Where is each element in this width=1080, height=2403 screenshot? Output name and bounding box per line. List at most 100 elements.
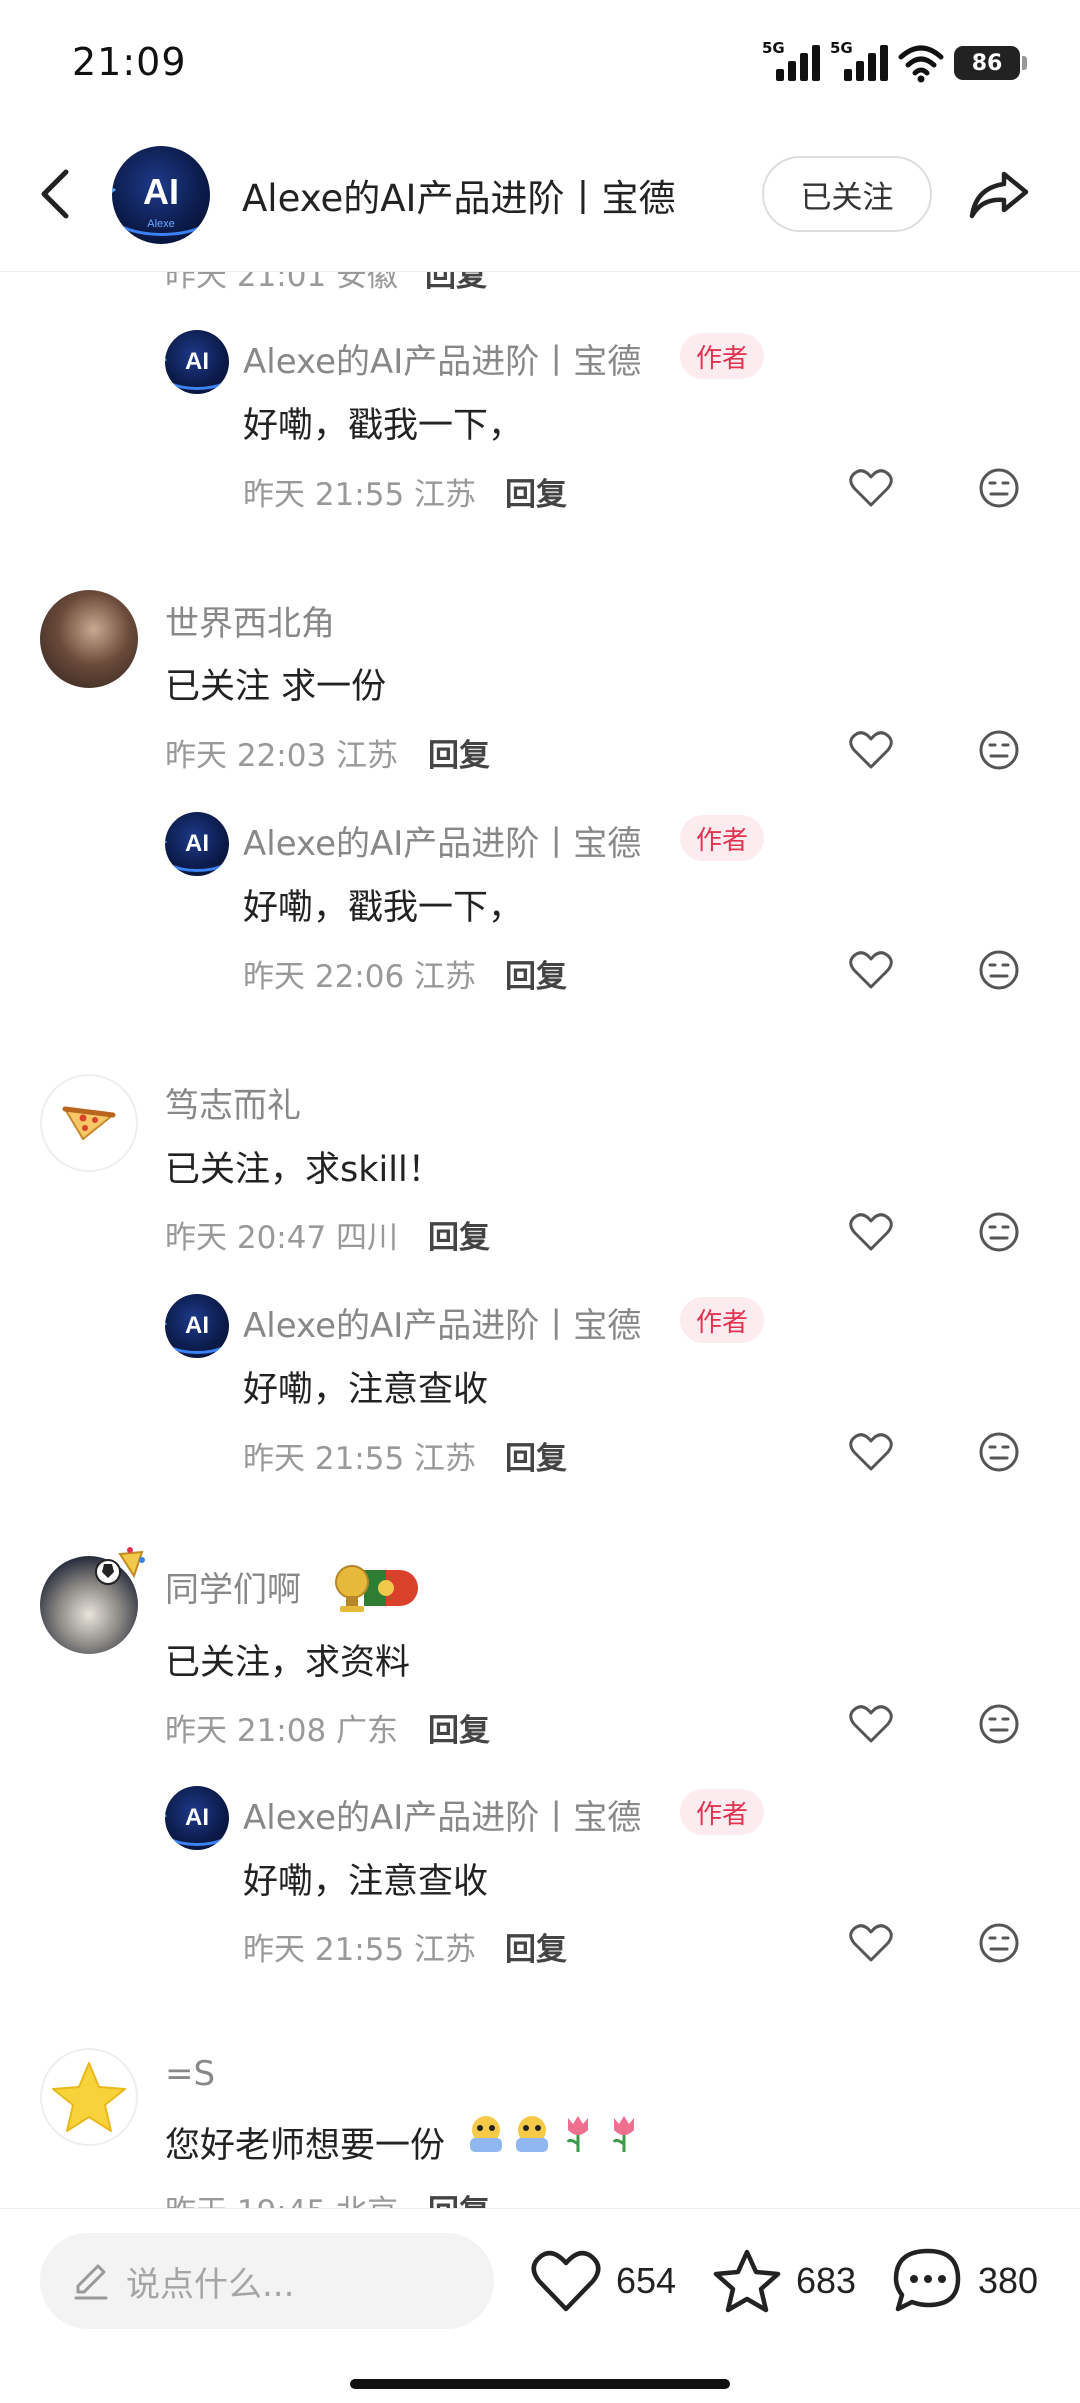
favorite-count-button[interactable]: 683 [712,2241,856,2321]
author-name[interactable]: Alexe的AI产品进阶丨宝德 [243,334,641,383]
comment-count-button[interactable]: 380 [892,2241,1038,2321]
dislike-button[interactable] [974,1427,1024,1477]
heart-icon [849,469,893,507]
share-icon [969,171,1029,219]
meh-face-icon [979,1923,1019,1963]
author-name[interactable]: Alexe的AI产品进阶丨宝德 [243,1298,641,1347]
user-name[interactable]: 笃志而礼 [165,1078,301,1127]
dislike-button[interactable] [974,945,1024,995]
author-badge: 作者 [680,1789,765,1835]
user-name[interactable]: 世界西北角 [165,596,335,645]
author-avatar[interactable]: AI [165,812,229,876]
like-button[interactable] [846,463,896,513]
emoji-group [466,2112,644,2156]
heart-icon [849,731,893,769]
avatar-text: AI [185,1804,209,1831]
reply-button[interactable]: 回复 [505,1924,567,1969]
reply-meta: 昨天 21:55 江苏 [243,477,477,513]
reply-meta: 昨天 21:55 江苏 [243,1441,477,1477]
meh-face-icon [979,1432,1019,1472]
reply-button[interactable]: 回复 [505,1433,567,1478]
author-avatar[interactable]: AI [165,1294,229,1358]
author-avatar[interactable]: AI [165,330,229,394]
like-button[interactable] [846,945,896,995]
comment-meta: 昨天 19:45 北京 [165,2186,398,2210]
like-button[interactable] [846,725,896,775]
tulip-icon [566,2116,588,2152]
pen-icon [74,2264,108,2300]
meh-face-icon [979,1704,1019,1744]
tulip-icon [612,2116,634,2152]
author-name[interactable]: Alexe的AI产品进阶丨宝德 [243,816,641,865]
heart-icon [531,2250,601,2312]
trophy-flag-badge-icon [335,1565,418,1612]
meh-face-icon [979,468,1019,508]
author-badge: 作者 [680,815,765,861]
pizza-icon [62,1106,116,1141]
back-button[interactable] [30,164,80,224]
comment-text: 已关注 求一份 [165,667,387,707]
chevron-left-icon [41,169,69,219]
heart-icon [849,951,893,989]
meh-face-icon [979,950,1019,990]
favorite-count: 683 [796,2260,857,2301]
bottom-action-bar: 说点什么... 654 683 380 [0,2208,1080,2403]
reply-button[interactable]: 回复 [505,951,567,996]
like-button[interactable] [846,1207,896,1257]
reply-button[interactable]: 回复 [428,730,490,775]
comment-text: 已关注，求资料 [165,1643,411,1683]
author-name[interactable]: Alexe的AI产品进阶丨宝德 [242,168,675,222]
user-name[interactable]: 同学们啊 [165,1562,301,1611]
avatar-text: AI [185,1312,209,1339]
user-avatar[interactable] [40,2048,138,2146]
like-button[interactable] [846,1918,896,1968]
party-popper-icon [95,1547,145,1585]
comment-text: 已关注，求skill！ [165,1150,443,1190]
comment-input[interactable]: 说点什么... [40,2233,494,2329]
comment-meta: 昨天 22:03 江苏 [165,738,399,774]
share-button[interactable] [964,164,1034,226]
like-count: 654 [616,2260,677,2301]
avatar-text: AI [185,830,209,857]
author-avatar[interactable]: AI Alexe [112,146,210,244]
user-avatar[interactable] [40,1074,138,1172]
home-indicator [350,2379,730,2389]
reply-meta: 昨天 22:06 江苏 [243,959,477,995]
author-name[interactable]: Alexe的AI产品进阶丨宝德 [243,1790,641,1839]
reply-button[interactable]: 回复 [428,1212,490,1257]
meh-face-icon [979,730,1019,770]
comment-meta: 昨天 20:47 四川 [165,1220,399,1256]
follow-button[interactable]: 已关注 [762,156,932,232]
author-badge: 作者 [680,1297,765,1343]
dislike-button[interactable] [974,1207,1024,1257]
reply-button[interactable]: 回复 [505,469,567,514]
reply-text: 好嘞，戳我一下， [243,888,524,928]
comment-list[interactable]: 昨天 21:01 安徽 回复 AI Alexe的AI产品进阶丨宝德 作者 好嘞，… [0,0,1080,2210]
speech-bubble-icon [893,2248,961,2312]
heart-icon [849,1705,893,1743]
user-name[interactable]: =S [165,2054,215,2094]
reply-text: 好嘞，戳我一下， [243,406,524,446]
like-button[interactable] [846,1699,896,1749]
user-avatar[interactable] [40,590,138,688]
avatar-subtext: Alexe [147,218,175,230]
reply-button[interactable]: 回复 [428,2186,490,2210]
like-count-button[interactable]: 654 [530,2241,676,2321]
heart-icon [849,1433,893,1471]
reply-text: 好嘞，注意查收 [243,1370,489,1410]
star-icon [52,2062,126,2132]
dislike-button[interactable] [974,1699,1024,1749]
dislike-button[interactable] [974,725,1024,775]
author-badge: 作者 [680,333,765,379]
meh-face-icon [979,1212,1019,1252]
author-avatar[interactable]: AI [165,1786,229,1850]
like-button[interactable] [846,1427,896,1477]
reply-meta: 昨天 21:55 江苏 [243,1932,477,1968]
heart-icon [849,1924,893,1962]
dislike-button[interactable] [974,463,1024,513]
reply-text: 好嘞，注意查收 [243,1862,489,1902]
dislike-button[interactable] [974,1918,1024,1968]
reply-button[interactable]: 回复 [428,1705,490,1750]
pleading-emoji-icon [470,2116,502,2152]
top-nav: AI Alexe Alexe的AI产品进阶丨宝德 已关注 [0,130,1080,272]
